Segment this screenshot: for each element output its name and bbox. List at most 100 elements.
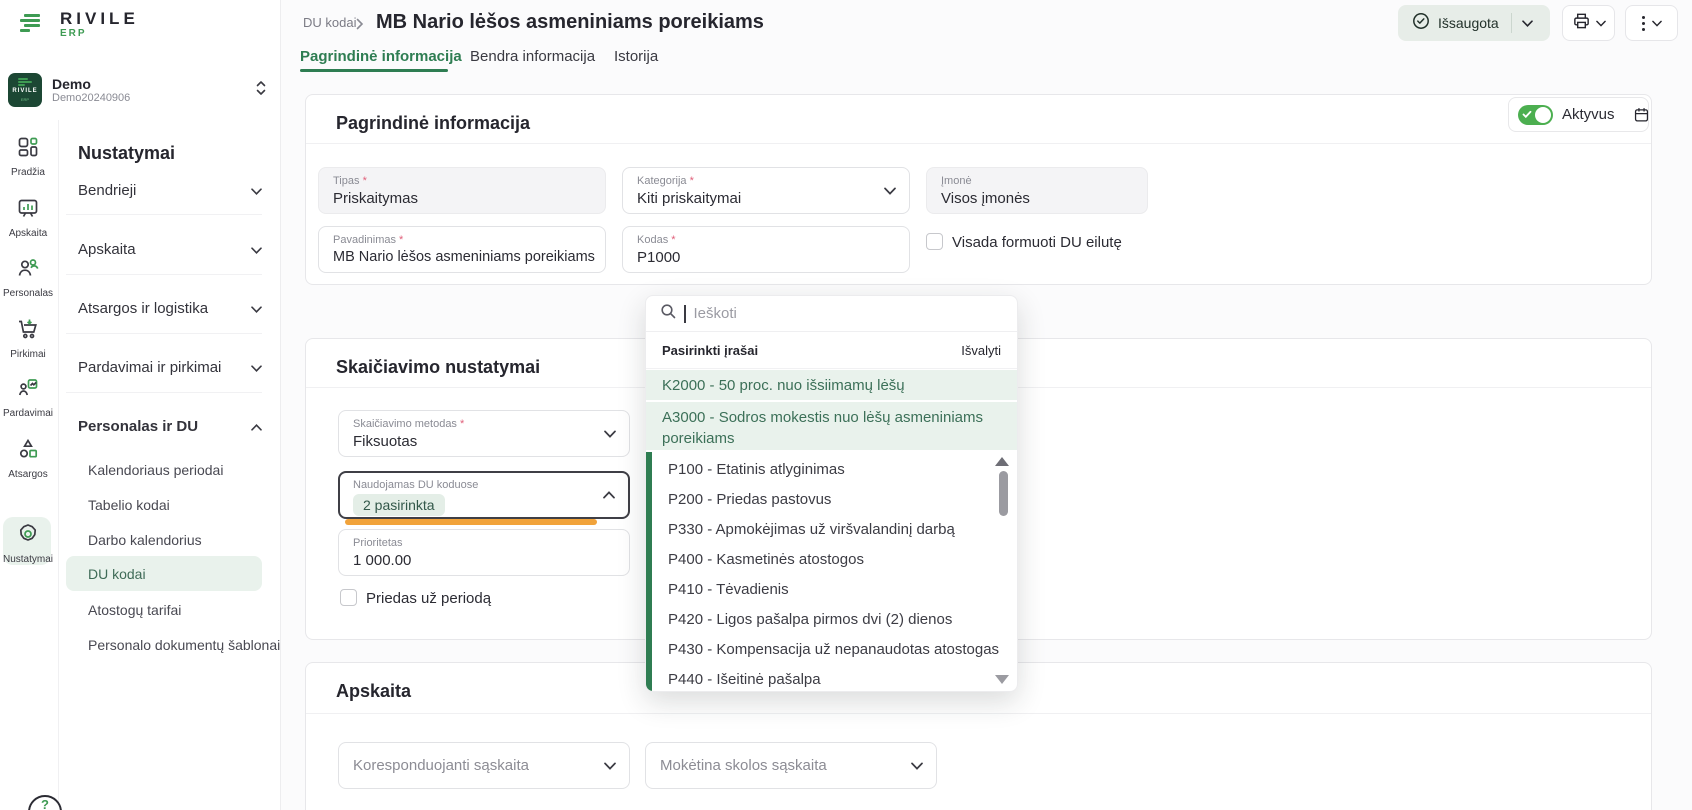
field-kategorija[interactable]: Kategorija * Kiti priskaitymai xyxy=(622,167,910,214)
chevron-down-icon xyxy=(911,757,923,775)
card-general-title: Pagrindinė informacija xyxy=(336,113,530,134)
field-naudojamas-du-koduose[interactable]: Naudojamas DU koduose 2 pasirinkta xyxy=(338,471,630,519)
checkbox-priedas-uz-perioda-label: Priedas už periodą xyxy=(366,590,491,607)
field-pavadinimas[interactable]: Pavadinimas * MB Nario lėšos asmeniniams… xyxy=(318,226,606,273)
chevron-down-icon xyxy=(1596,14,1606,32)
option-p440[interactable]: P440 - Išeitinė pašalpa xyxy=(668,665,987,692)
rail-item-nustatymai[interactable]: Nustatymai xyxy=(0,522,56,565)
sidebar-item-darbo-kalendorius[interactable]: Darbo kalendorius xyxy=(88,532,202,548)
chevron-down-icon xyxy=(604,757,616,775)
field-skaiciavimo-metodas[interactable]: Skaičiavimo metodas * Fiksuotas xyxy=(338,410,630,457)
calendar-icon[interactable] xyxy=(1633,106,1650,123)
search-icon xyxy=(660,303,676,324)
people-icon xyxy=(16,267,40,284)
rail-item-pradzia[interactable]: Pradžia xyxy=(0,135,56,178)
app-window: RIVILE ERP RIVILE ERP Demo Demo20240906 … xyxy=(0,0,1692,810)
help-icon[interactable]: ? xyxy=(28,795,62,810)
selected-option-a3000[interactable]: A3000 - Sodros mokestis nuo lėšų asmenin… xyxy=(646,402,1017,450)
save-button[interactable]: Išsaugota xyxy=(1398,5,1550,41)
dropdown-search-input[interactable] xyxy=(694,305,1004,322)
rail-item-apskaita[interactable]: Apskaita xyxy=(0,196,56,239)
rail-item-personalas[interactable]: Personalas xyxy=(0,256,56,299)
chevron-down-icon xyxy=(1652,14,1662,32)
selected-count-chip: 2 pasirinkta xyxy=(353,494,445,516)
field-prioritetas[interactable]: Prioritetas 1 000.00 xyxy=(338,529,630,576)
tab-istorija[interactable]: Istorija xyxy=(614,48,658,65)
brand-tagline: ERP xyxy=(60,28,139,40)
option-p420[interactable]: P420 - Ligos pašalpa pirmos dvi (2) dien… xyxy=(668,605,987,635)
chevron-up-icon xyxy=(603,486,615,504)
du-codes-dropdown: Pasirinkti įrašai Išvalyti K2000 - 50 pr… xyxy=(645,295,1018,692)
gear-icon xyxy=(16,533,40,550)
tab-pagrindine-informacija[interactable]: Pagrindinė informacija xyxy=(300,48,462,65)
chevron-down-icon xyxy=(251,182,262,199)
scrollbar-thumb[interactable] xyxy=(999,471,1008,516)
chart-board-icon xyxy=(16,207,40,224)
menu-hamburger-icon[interactable] xyxy=(18,10,46,43)
checkbox-visada-formuoti[interactable] xyxy=(926,233,943,250)
menu-group-bendrieji[interactable]: Bendrieji xyxy=(78,178,262,202)
tab-bendra-informacija[interactable]: Bendra informacija xyxy=(470,48,595,65)
checkbox-visada-formuoti-label: Visada formuoti DU eilutę xyxy=(952,234,1122,251)
menu-group-personalas-du[interactable]: Personalas ir DU xyxy=(78,414,262,438)
sidebar-item-atostogu-tarifai[interactable]: Atostogų tarifai xyxy=(88,602,181,618)
rail-item-pardavimai[interactable]: Pardavimai xyxy=(0,376,56,419)
active-toggle[interactable] xyxy=(1518,105,1553,125)
scroll-up-arrow[interactable] xyxy=(995,457,1009,466)
page-title: MB Nario lėšos asmeniniams poreikiams xyxy=(376,11,764,34)
active-tab-underline xyxy=(300,69,448,72)
option-p410[interactable]: P410 - Tėvadienis xyxy=(668,575,987,605)
sidebar-item-personalo-dokumentu-sablonai[interactable]: Personalo dokumentų šablonai xyxy=(88,637,280,653)
field-tipas: Tipas * Priskaitymas xyxy=(318,167,606,214)
clear-selection-button[interactable]: Išvalyti xyxy=(961,343,1001,358)
settings-menu-title: Nustatymai xyxy=(78,143,175,164)
option-p200[interactable]: P200 - Priedas pastovus xyxy=(668,485,987,515)
active-toggle-label: Aktyvus xyxy=(1562,106,1615,123)
save-options-chevron[interactable] xyxy=(1512,20,1544,27)
card-accounting-title: Apskaita xyxy=(336,681,411,702)
option-p430[interactable]: P430 - Kompensacija už nepanaudotas atos… xyxy=(668,635,987,665)
field-imone: Įmonė Visos įmonės xyxy=(926,167,1148,214)
menu-group-atsargos-logistika[interactable]: Atsargos ir logistika xyxy=(78,296,262,320)
company-name: Demo xyxy=(52,76,130,92)
rail-item-pirkimai[interactable]: Pirkimai xyxy=(0,317,56,360)
field-moketina-skolos-saskaita[interactable]: Mokėtina skolos sąskaita xyxy=(645,742,937,789)
selected-option-k2000[interactable]: K2000 - 50 proc. nuo išsiimamų lėšų xyxy=(646,370,1017,400)
rail-item-atsargos[interactable]: Atsargos xyxy=(0,437,56,480)
dropdown-selected-header: Pasirinkti įrašai Išvalyti xyxy=(646,333,1017,369)
company-selector[interactable]: RIVILE ERP Demo Demo20240906 xyxy=(8,70,273,110)
print-button[interactable] xyxy=(1562,5,1615,41)
breadcrumb-chevron-icon xyxy=(356,17,364,35)
save-button-label: Išsaugota xyxy=(1438,15,1499,31)
checkbox-priedas-uz-perioda[interactable] xyxy=(340,589,357,606)
menu-group-apskaita[interactable]: Apskaita xyxy=(78,237,262,261)
field-koresponduojanti-saskaita[interactable]: Koresponduojanti sąskaita xyxy=(338,742,630,789)
field-kodas[interactable]: Kodas * P1000 xyxy=(622,226,910,273)
sidebar-item-du-kodai[interactable]: DU kodai xyxy=(88,566,146,582)
shapes-icon xyxy=(16,448,40,465)
kebab-icon xyxy=(1642,16,1645,31)
company-switch-icon[interactable] xyxy=(255,80,267,101)
chevron-down-icon xyxy=(251,300,262,317)
loading-bar xyxy=(345,519,597,525)
sidebar-item-tabelio-kodai[interactable]: Tabelio kodai xyxy=(88,497,170,513)
dashboard-icon xyxy=(16,146,40,163)
chevron-down-icon xyxy=(251,359,262,376)
more-actions-button[interactable] xyxy=(1625,5,1678,41)
menu-group-pardavimai-pirkimai[interactable]: Pardavimai ir pirkimai xyxy=(78,355,262,379)
text-cursor xyxy=(684,305,686,323)
rail-divider xyxy=(58,120,59,810)
chevron-up-icon xyxy=(251,418,262,435)
logo: RIVILE ERP xyxy=(18,10,139,43)
sidebar-item-kalendoriaus-periodai[interactable]: Kalendoriaus periodai xyxy=(88,462,223,478)
scroll-down-arrow[interactable] xyxy=(995,675,1009,684)
dropdown-search-row xyxy=(646,296,1017,332)
printer-icon xyxy=(1572,11,1591,35)
sidebar: RIVILE ERP RIVILE ERP Demo Demo20240906 … xyxy=(0,0,281,810)
option-p330[interactable]: P330 - Apmokėjimas už viršvalandinį darb… xyxy=(668,515,987,545)
option-p400[interactable]: P400 - Kasmetinės atostogos xyxy=(668,545,987,575)
sales-trend-icon xyxy=(16,387,40,404)
active-toggle-group: Aktyvus xyxy=(1508,97,1649,132)
breadcrumb[interactable]: DU kodai xyxy=(303,15,356,30)
option-p100[interactable]: P100 - Etatinis atlyginimas xyxy=(668,455,987,485)
